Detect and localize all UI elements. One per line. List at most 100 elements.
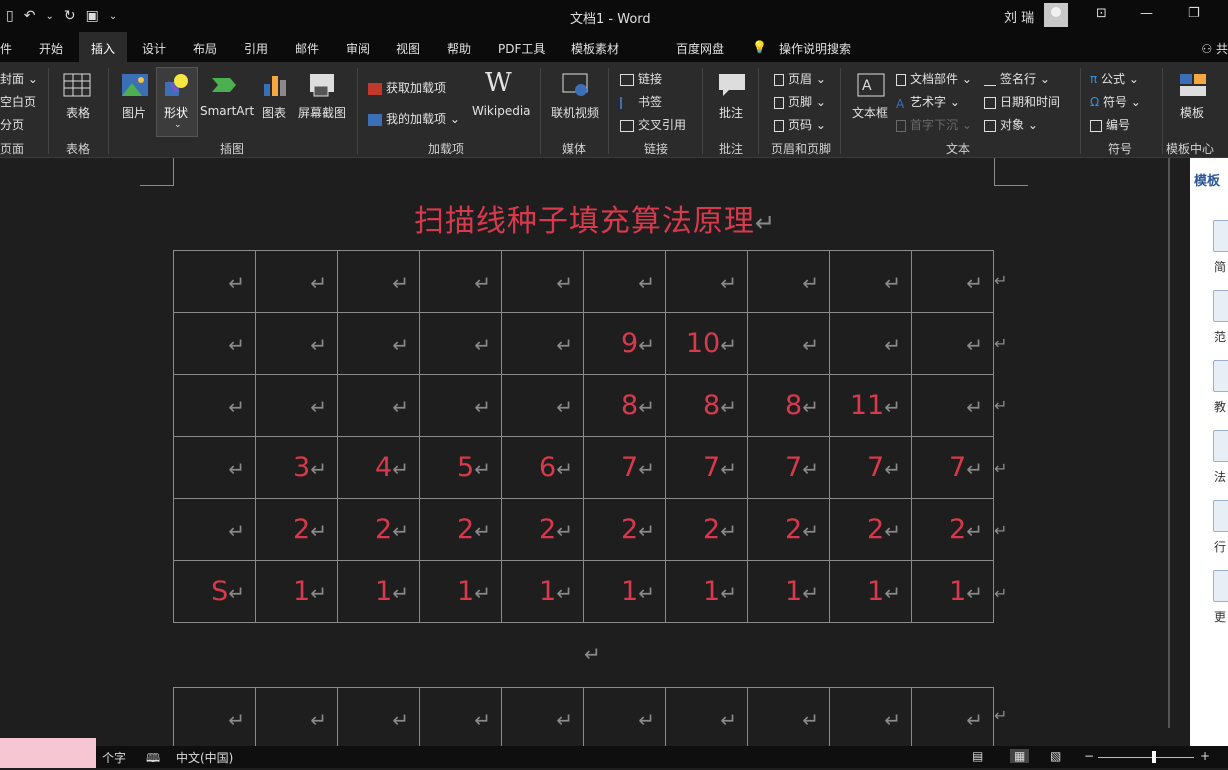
table-cell[interactable]: ↵ [501,250,584,313]
template-item-label[interactable]: 简 [1214,258,1226,275]
table-cell[interactable]: 1↵ [583,560,666,623]
table-cell[interactable]: 10↵ [665,312,748,375]
link-button[interactable]: 链接 [620,70,662,87]
table-cell[interactable]: 2↵ [747,498,830,561]
wordart-button[interactable]: A 艺术字 ⌄ [896,93,960,111]
tab-baidu-netdisk[interactable]: 百度网盘 [676,40,724,57]
table-cell[interactable]: ↵ [173,436,256,499]
cross-reference-button[interactable]: 交叉引用 [620,116,686,133]
tab-pdf-tools[interactable]: PDF工具 [498,40,545,57]
symbol-button[interactable]: Ω 符号 ⌄ [1090,93,1141,110]
template-button[interactable]: 模板 [1180,104,1204,121]
table-button[interactable]: 表格 [66,104,90,121]
undo-dropdown[interactable]: ⌄ [45,11,53,22]
shapes-dropdown-icon[interactable]: ⌄ [174,120,182,130]
user-name[interactable]: 刘 瑞 [1004,7,1034,26]
table-cell[interactable]: 1↵ [829,560,912,623]
table-cell[interactable]: ↵ [747,687,830,750]
tab-view[interactable]: 视图 [396,40,420,57]
avatar[interactable] [1044,3,1068,27]
template-item-label[interactable]: 法 [1214,468,1226,485]
table-cell[interactable]: 1↵ [501,560,584,623]
table-cell[interactable]: ↵ [337,687,420,750]
table-cell[interactable]: ↵ [337,312,420,375]
footer-button[interactable]: 页脚 ⌄ [774,93,826,110]
table-cell[interactable]: ↵ [337,250,420,313]
zoom-slider[interactable] [1098,757,1194,758]
table-cell[interactable]: ↵ [747,250,830,313]
table-cell[interactable]: ↵ [337,374,420,437]
page-number-button[interactable]: 页码 ⌄ [774,116,826,133]
blank-page-button[interactable]: 空白页 [0,93,36,110]
screenshot-button[interactable]: 屏幕截图 [298,104,346,121]
share-button[interactable]: ⚇ 共 [1201,40,1228,57]
table-cell[interactable]: 7↵ [829,436,912,499]
cover-page-button[interactable]: 封面 ⌄ [0,70,38,87]
read-mode-icon[interactable]: ▤ [972,749,983,763]
comment-button[interactable]: 批注 [719,104,743,121]
tab-review[interactable]: 审阅 [346,40,370,57]
table-cell[interactable]: ↵ [173,312,256,375]
table-cell[interactable]: S↵ [173,560,256,623]
table-cell[interactable]: ↵ [501,312,584,375]
table-cell[interactable]: 1↵ [911,560,994,623]
template-thumbnail[interactable] [1213,360,1228,392]
print-layout-icon[interactable]: ▦ [1010,749,1030,763]
tell-me-search[interactable]: 操作说明搜索 [779,40,851,57]
template-item-label[interactable]: 行 [1214,538,1226,555]
chart-button[interactable]: 图表 [262,104,286,121]
table-cell[interactable]: ↵ [911,374,994,437]
table-cell[interactable]: 7↵ [911,436,994,499]
template-item-label[interactable]: 更 [1214,608,1226,625]
table-cell[interactable]: ↵ [665,687,748,750]
drop-cap-button[interactable]: 首字下沉 ⌄ [896,116,972,133]
table-cell[interactable]: 1↵ [255,560,338,623]
tab-layout[interactable]: 布局 [193,40,217,57]
language-indicator[interactable]: 中文(中国) [176,749,233,766]
template-thumbnail[interactable] [1213,570,1228,602]
zoom-in-button[interactable]: + [1200,749,1210,763]
table-cell[interactable]: 3↵ [255,436,338,499]
equation-button[interactable]: π 公式 ⌄ [1090,70,1139,87]
table-cell[interactable]: 2↵ [665,498,748,561]
web-layout-icon[interactable]: ▧ [1050,749,1061,763]
tab-help[interactable]: 帮助 [447,40,471,57]
table-cell[interactable]: ↵ [173,498,256,561]
table-cell[interactable]: 2↵ [501,498,584,561]
table-cell[interactable]: 7↵ [747,436,830,499]
table-cell[interactable]: 9↵ [583,312,666,375]
template-item-label[interactable]: 范 [1214,328,1226,345]
wikipedia-button[interactable]: Wikipedia [472,104,531,118]
signature-line-button[interactable]: 签名行 ⌄ [984,70,1050,87]
table-cell[interactable]: 1↵ [419,560,502,623]
save-button[interactable]: ▣ [86,8,99,24]
table-cell[interactable]: ↵ [173,374,256,437]
table-cell[interactable]: ↵ [665,250,748,313]
page-break-button[interactable]: 分页 [0,116,24,133]
table-cell[interactable]: ↵ [173,687,256,750]
table-cell[interactable]: 1↵ [747,560,830,623]
number-button[interactable]: 编号 [1090,116,1130,133]
undo-button[interactable]: ↶ [24,8,36,24]
table-cell[interactable]: ↵ [829,687,912,750]
table-cell[interactable]: ↵ [255,374,338,437]
template-thumbnail[interactable] [1213,290,1228,322]
autosave-icon[interactable]: ▯ [6,8,14,24]
word-count[interactable]: 个字 [102,749,126,766]
table-cell[interactable]: ↵ [173,250,256,313]
table-cell[interactable]: 8↵ [583,374,666,437]
table-cell[interactable]: 5↵ [419,436,502,499]
header-button[interactable]: 页眉 ⌄ [774,70,826,87]
table-cell[interactable]: ↵ [501,687,584,750]
table-cell[interactable]: ↵ [419,374,502,437]
bookmark-button[interactable]: 书签 [620,93,662,110]
tab-home[interactable]: 开始 [39,40,63,57]
template-thumbnail[interactable] [1213,220,1228,252]
table-cell[interactable]: ↵ [583,250,666,313]
zoom-slider-thumb[interactable] [1152,751,1156,763]
zoom-out-button[interactable]: − [1084,749,1094,763]
table-cell[interactable]: 2↵ [911,498,994,561]
table-cell[interactable]: ↵ [747,312,830,375]
table-cell[interactable]: ↵ [419,312,502,375]
table-cell[interactable]: ↵ [255,687,338,750]
